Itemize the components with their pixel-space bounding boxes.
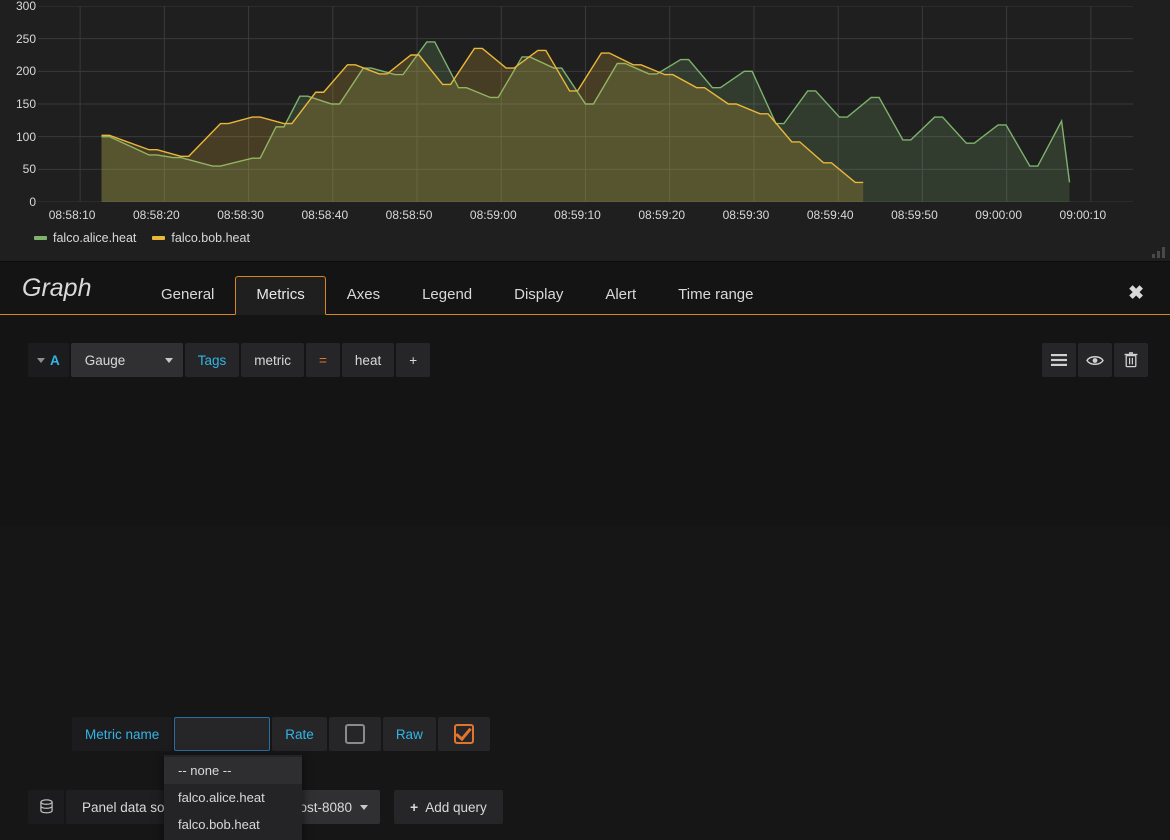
y-axis-tick: 0 (29, 195, 36, 209)
query-refid-toggle[interactable]: A (28, 343, 69, 377)
tab-alert[interactable]: Alert (584, 276, 657, 315)
x-axis-tick: 09:00:10 (1059, 208, 1107, 222)
eye-icon[interactable] (1078, 343, 1112, 377)
tabs-container: General Metrics Axes Legend Display Alert Time… (140, 276, 774, 315)
x-axis-tick: 08:58:40 (301, 208, 349, 222)
legend-item[interactable]: falco.alice.heat (34, 231, 136, 245)
add-query-label: Add query (425, 799, 487, 815)
y-axis-tick: 300 (15, 0, 36, 13)
raw-label[interactable]: Raw (382, 717, 436, 751)
aggregator-value: Gauge (84, 352, 126, 368)
add-tag-button[interactable]: + (396, 343, 431, 377)
graph-panel: 0 50 100 150 200 250 300 08:58:10 08:58:20 08:58… (0, 0, 1170, 262)
x-axis-tick: 09:00:00 (975, 208, 1022, 222)
tab-general[interactable]: General (140, 276, 235, 315)
tag-value[interactable]: heat (341, 343, 395, 377)
plus-icon: + (410, 799, 419, 815)
close-icon[interactable]: ✖ (1128, 284, 1144, 303)
x-axis-tick: 08:59:20 (638, 208, 686, 222)
y-axis-tick: 150 (15, 97, 36, 111)
database-icon (28, 790, 64, 824)
rate-checkbox[interactable] (344, 724, 365, 744)
tab-legend[interactable]: Legend (401, 276, 493, 315)
raw-checkbox-cell[interactable] (437, 717, 490, 751)
x-axis-tick: 08:58:50 (385, 208, 433, 222)
dropdown-option[interactable]: falco.bob.heat (164, 811, 302, 838)
tab-metrics[interactable]: Metrics (235, 276, 326, 315)
tag-key[interactable]: metric (241, 343, 305, 377)
x-axis-tick: 08:59:30 (722, 208, 770, 222)
x-axis-tick: 08:58:10 (48, 208, 96, 222)
y-axis: 0 50 100 150 200 250 300 (0, 0, 36, 208)
plot-svg (38, 6, 1133, 202)
query-row: A Gauge Tags metric = heat + (28, 343, 432, 377)
menu-icon[interactable] (1042, 343, 1076, 377)
add-query-button[interactable]: + Add query (394, 790, 503, 824)
y-axis-tick: 100 (15, 129, 36, 144)
rate-checkbox-cell[interactable] (328, 717, 381, 751)
legend-item[interactable]: falco.bob.heat (152, 231, 250, 245)
tags-label[interactable]: Tags (184, 343, 240, 377)
y-axis-tick: 250 (15, 31, 36, 46)
plot-area[interactable] (38, 6, 1133, 202)
y-axis-tick: 50 (22, 162, 36, 177)
x-axis-tick: 08:59:40 (806, 208, 854, 222)
panel-editor: Graph General Metrics Axes Legend Display Ale… (0, 262, 1170, 840)
legend-label: falco.bob.heat (171, 231, 250, 245)
metric-name-input[interactable] (174, 717, 271, 751)
graph-legend: falco.alice.heat falco.bob.heat (34, 231, 250, 245)
page-title: Graph (22, 274, 92, 302)
x-axis-tick: 08:59:10 (554, 208, 601, 222)
metric-suggestion-dropdown[interactable]: -- none -- falco.alice.heat falco.bob.heat (164, 755, 302, 840)
dropdown-option[interactable]: falco.alice.heat (164, 784, 302, 811)
chevron-down-icon (360, 804, 368, 810)
x-axis: 08:58:10 08:58:20 08:58:30 08:58:40 08:58:50… (38, 206, 1133, 226)
tab-time-range[interactable]: Time range (657, 276, 774, 315)
tab-display[interactable]: Display (493, 276, 584, 315)
raw-checkbox[interactable] (453, 724, 474, 744)
metric-name-label: Metric name (72, 717, 173, 751)
y-axis-tick: 200 (15, 64, 36, 79)
tag-operator[interactable]: = (306, 343, 340, 377)
legend-color-swatch (152, 236, 166, 240)
editor-tabbar: Graph General Metrics Axes Legend Display Ale… (0, 262, 1170, 315)
chevron-down-icon (164, 357, 173, 363)
metric-row: Metric name Rate Raw (72, 717, 492, 751)
x-axis-tick: 08:58:30 (217, 208, 264, 222)
resize-grip[interactable] (1152, 246, 1166, 258)
editor-body: A Gauge Tags metric = heat + Metric name… (0, 315, 1170, 840)
x-axis-tick: 08:59:50 (891, 208, 938, 222)
chevron-down-icon (37, 357, 45, 363)
legend-label: falco.alice.heat (53, 231, 137, 245)
aggregator-select[interactable]: Gauge (70, 343, 183, 377)
tab-axes[interactable]: Axes (326, 276, 401, 315)
dropdown-option[interactable]: -- none -- (164, 757, 302, 784)
rate-label[interactable]: Rate (272, 717, 327, 751)
query-actions (1042, 343, 1148, 377)
trash-icon[interactable] (1114, 343, 1148, 377)
x-axis-tick: 08:58:20 (132, 208, 180, 222)
legend-color-swatch (34, 236, 47, 240)
query-refid-label: A (50, 352, 60, 368)
x-axis-tick: 08:59:00 (469, 208, 517, 222)
